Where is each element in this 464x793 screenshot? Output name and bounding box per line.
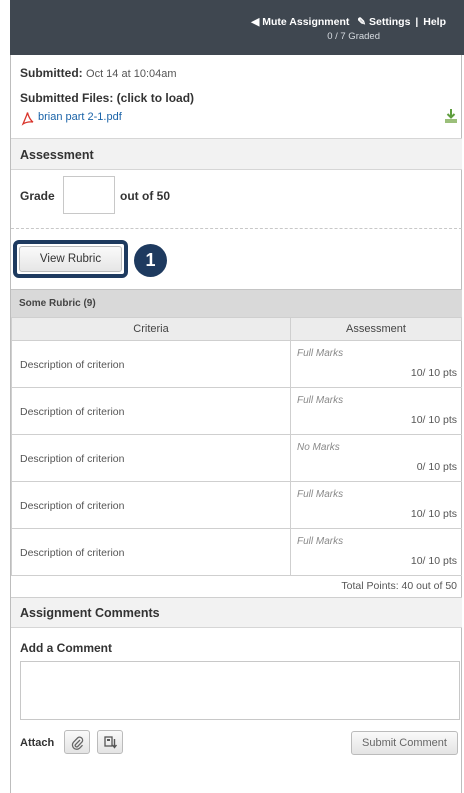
assessment-column-header: Assessment (290, 317, 462, 341)
criterion-cell: Description of criterion (11, 529, 291, 575)
settings-link[interactable]: ✎ Settings (357, 16, 410, 28)
criterion-rating[interactable]: Full Marks (297, 489, 343, 500)
add-comment-label: Add a Comment (20, 641, 113, 655)
rubric-row: Description of criterion No Marks 0/ 10 … (11, 435, 462, 482)
criterion-cell: Description of criterion (11, 482, 291, 528)
assessment-title: Assessment (20, 148, 94, 162)
criterion-rating[interactable]: No Marks (297, 442, 340, 453)
criterion-points: 10/ 10 pts (410, 555, 457, 567)
criterion-description: Description of criterion (20, 547, 125, 559)
speedgrader-panel: ◀ Mute Assignment ✎ Settings | Help 0 / … (0, 0, 464, 793)
submitted-label: Submitted: (20, 66, 83, 80)
comment-textarea[interactable] (20, 661, 460, 720)
rubric-row: Description of criterion Full Marks 10/ … (11, 482, 462, 529)
header-separator: | (415, 16, 419, 28)
download-icon[interactable] (444, 108, 458, 124)
submitted-info: Submitted: Oct 14 at 10:04am (20, 66, 177, 80)
mute-assignment-link[interactable]: ◀ Mute Assignment (251, 16, 349, 28)
header-bar: ◀ Mute Assignment ✎ Settings | Help 0 / … (10, 0, 464, 55)
graded-status: 0 / 7 Graded (327, 31, 380, 42)
submitted-file-link[interactable]: brian part 2-1.pdf (38, 111, 122, 123)
assessment-header: Assessment (11, 138, 462, 170)
step-number-badge: 1 (134, 244, 167, 277)
criterion-points: 10/ 10 pts (410, 508, 457, 520)
grade-label: Grade (20, 189, 55, 203)
comments-header: Assignment Comments (11, 598, 462, 628)
submit-comment-button[interactable]: Submit Comment (351, 731, 458, 755)
rubric-total-row: Total Points: 40 out of 50 (11, 575, 462, 598)
paperclip-icon (71, 736, 84, 750)
criterion-points: 0/ 10 pts (416, 461, 457, 473)
grade-input[interactable] (63, 176, 115, 214)
rubric-header: Some Rubric (9) (11, 289, 462, 317)
criterion-rating[interactable]: Full Marks (297, 348, 343, 359)
grade-out-of: out of 50 (120, 189, 170, 203)
submitted-files-label: Submitted Files: (click to load) (20, 91, 195, 105)
criterion-rating[interactable]: Full Marks (297, 395, 343, 406)
criterion-cell: Description of criterion (11, 435, 291, 481)
criterion-points: 10/ 10 pts (410, 367, 457, 379)
pdf-icon (21, 112, 34, 126)
rubric-total: Total Points: 40 out of 50 (341, 580, 457, 592)
criterion-description: Description of criterion (20, 453, 125, 465)
criterion-rating[interactable]: Full Marks (297, 536, 343, 547)
comments-title: Assignment Comments (20, 606, 160, 620)
view-rubric-button[interactable]: View Rubric (19, 246, 122, 272)
criterion-cell: Description of criterion (11, 388, 291, 434)
rubric-row: Description of criterion Full Marks 10/ … (11, 341, 462, 388)
criterion-description: Description of criterion (20, 359, 125, 371)
attach-file-button[interactable] (64, 730, 90, 754)
attach-label: Attach (20, 737, 55, 749)
criterion-description: Description of criterion (20, 500, 125, 512)
rubric-name: Some Rubric (9) (19, 298, 96, 309)
criterion-description: Description of criterion (20, 406, 125, 418)
criterion-cell: Description of criterion (11, 341, 291, 387)
rubric-row: Description of criterion Full Marks 10/ … (11, 529, 462, 576)
criterion-points: 10/ 10 pts (410, 414, 457, 426)
help-link[interactable]: Help (423, 16, 446, 28)
submitted-date: Oct 14 at 10:04am (86, 68, 177, 80)
header-links: ◀ Mute Assignment ✎ Settings | Help (251, 16, 446, 28)
criteria-column-header: Criteria (11, 317, 291, 341)
attach-media-button[interactable] (97, 730, 123, 754)
section-divider (11, 228, 462, 229)
media-icon (104, 736, 118, 749)
rubric-row: Description of criterion Full Marks 10/ … (11, 388, 462, 435)
